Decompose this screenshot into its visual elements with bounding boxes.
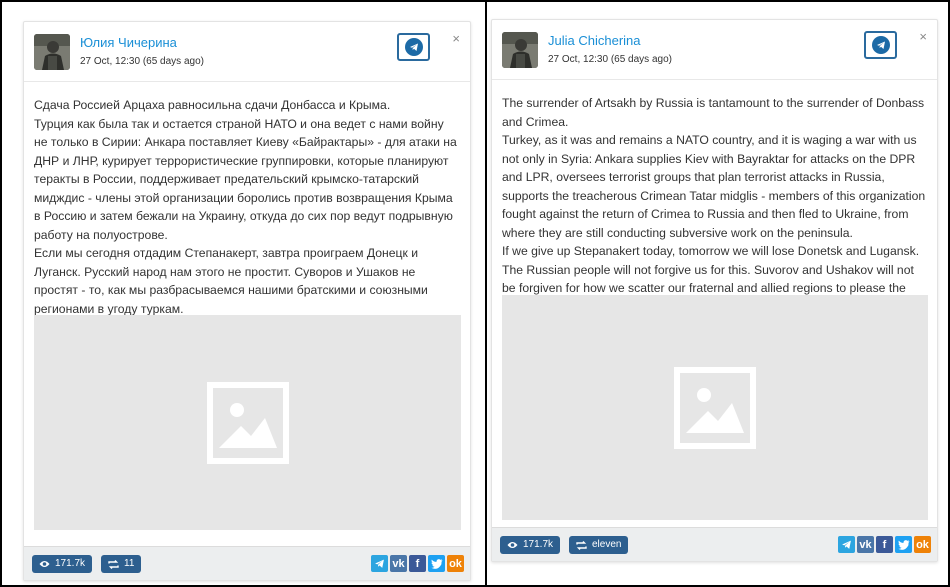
image-placeholder[interactable]	[502, 295, 928, 520]
post-card: Julia Chicherina 27 Oct, 12:30 (65 days …	[491, 19, 938, 562]
odnoklassniki-icon[interactable]: ok	[914, 536, 931, 553]
image-icon	[206, 381, 289, 464]
twitter-icon[interactable]	[428, 555, 445, 572]
author-name[interactable]: Julia Chicherina	[548, 33, 641, 48]
twitter-icon[interactable]	[895, 536, 912, 553]
post-card: Юлия Чичерина 27 Oct, 12:30 (65 days ago…	[23, 21, 471, 581]
post-paragraph: Turkey, as it was and remains a NATO cou…	[502, 133, 926, 240]
avatar[interactable]	[502, 32, 538, 68]
post-paragraph: Сдача Россией Арцаха равносильна сдачи Д…	[34, 98, 391, 112]
vk-icon[interactable]: vk	[857, 536, 874, 553]
post-timestamp: 27 Oct, 12:30 (65 days ago)	[548, 54, 672, 65]
post-paragraph: Турция как была так и остается страной Н…	[34, 116, 457, 242]
image-icon	[674, 366, 756, 449]
telegram-button[interactable]	[397, 33, 430, 61]
eye-icon	[507, 542, 518, 548]
image-placeholder[interactable]	[34, 315, 461, 530]
post-timestamp: 27 Oct, 12:30 (65 days ago)	[80, 56, 204, 67]
views-count: 171.7k	[523, 539, 554, 550]
post-paragraph: The surrender of Artsakh by Russia is ta…	[502, 96, 925, 129]
vk-icon[interactable]: vk	[390, 555, 407, 572]
close-icon[interactable]: ×	[452, 32, 460, 45]
views-badge[interactable]: 171.7k	[32, 555, 93, 573]
post-header: Юлия Чичерина 27 Oct, 12:30 (65 days ago…	[24, 22, 470, 82]
telegram-icon[interactable]	[838, 536, 855, 553]
left-panel: Юлия Чичерина 27 Oct, 12:30 (65 days ago…	[0, 0, 487, 587]
share-buttons: vk f ok	[371, 555, 464, 572]
post-header: Julia Chicherina 27 Oct, 12:30 (65 days …	[492, 20, 937, 80]
telegram-icon	[871, 36, 890, 54]
reposts-badge[interactable]: 11	[101, 555, 142, 573]
avatar[interactable]	[34, 34, 70, 70]
post-footer: 171.7k eleven vk f ok	[492, 527, 937, 561]
reposts-badge[interactable]: eleven	[569, 536, 629, 554]
facebook-icon[interactable]: f	[409, 555, 426, 572]
post-paragraph: Если мы сегодня отдадим Степанакерт, зав…	[34, 246, 428, 316]
odnoklassniki-icon[interactable]: ok	[447, 555, 464, 572]
reposts-count: eleven	[592, 539, 622, 550]
retweet-icon	[108, 559, 119, 569]
close-icon[interactable]: ×	[919, 30, 927, 43]
post-body: The surrender of Artsakh by Russia is ta…	[502, 94, 927, 316]
avatar-photo-icon	[502, 32, 538, 68]
right-panel: Julia Chicherina 27 Oct, 12:30 (65 days …	[487, 0, 950, 587]
views-badge[interactable]: 171.7k	[500, 536, 561, 554]
views-count: 171.7k	[55, 558, 86, 569]
share-buttons: vk f ok	[838, 536, 931, 553]
telegram-button[interactable]	[864, 31, 897, 59]
telegram-icon[interactable]	[371, 555, 388, 572]
post-body: Сдача Россией Арцаха равносильна сдачи Д…	[34, 96, 460, 318]
avatar-photo-icon	[34, 34, 70, 70]
author-name[interactable]: Юлия Чичерина	[80, 35, 177, 50]
reposts-count: 11	[124, 558, 135, 569]
post-footer: 171.7k 11 vk f ok	[24, 546, 470, 580]
retweet-icon	[576, 540, 587, 550]
facebook-icon[interactable]: f	[876, 536, 893, 553]
telegram-icon	[404, 38, 423, 56]
eye-icon	[39, 561, 50, 567]
